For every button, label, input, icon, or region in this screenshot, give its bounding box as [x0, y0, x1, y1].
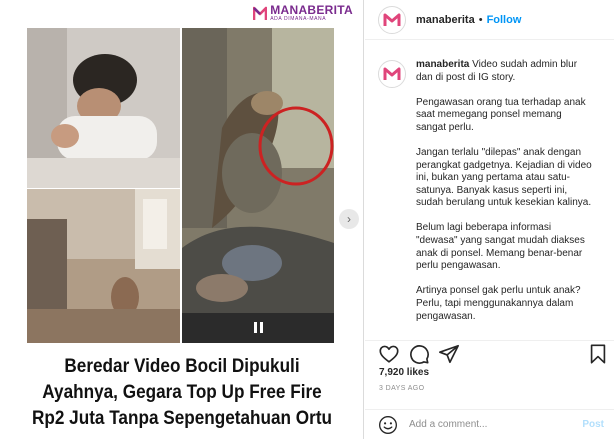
pause-icon[interactable] [254, 322, 263, 333]
headline-line: Ayahnya, Gegara Top Up Free Fire [42, 381, 322, 403]
comment-bar: Post [365, 409, 614, 439]
post-comment-button[interactable]: Post [582, 419, 604, 430]
action-bar [365, 340, 614, 366]
video-control-bar[interactable] [182, 313, 334, 343]
headline-line: Beredar Video Bocil Dipukuli [64, 355, 300, 377]
photo-video-frame [182, 28, 334, 343]
headline-line: Rp2 Juta Tanpa Sepengetahuan Ortu [31, 407, 333, 429]
brand-logo-icon [253, 5, 268, 21]
bookmark-icon[interactable] [587, 343, 609, 365]
brand-watermark: MANABERITA ADA DIMANA-MANA [253, 4, 353, 22]
photo-room [27, 189, 180, 343]
post-timestamp[interactable]: 3 DAYS AGO [379, 385, 425, 392]
header-username[interactable]: manaberita [416, 14, 475, 26]
share-icon[interactable] [438, 343, 460, 365]
brand-tagline: ADA DIMANA-MANA [270, 16, 327, 22]
caption-paragraph: Jangan terlalu "dilepas" anak dengan per… [416, 146, 592, 209]
caption-paragraph: Artinya ponsel gak perlu untuk anak? Per… [416, 285, 581, 322]
comment-icon[interactable] [408, 343, 430, 365]
heart-icon[interactable] [378, 343, 400, 365]
follow-button[interactable]: Follow [487, 14, 522, 26]
chevron-right-icon: › [347, 212, 351, 226]
comment-input[interactable] [409, 419, 569, 430]
caption-area[interactable]: manaberita Video sudah admin blur dan di… [365, 59, 614, 334]
post-media[interactable]: MANABERITA ADA DIMANA-MANA › Beredar Vid… [0, 0, 364, 439]
caption-paragraph: Pengawasan orang tua terhadap anak saat … [416, 96, 586, 133]
caption-text: manaberita Video sudah admin blur dan di… [416, 59, 594, 334]
caption-username[interactable]: manaberita [416, 59, 469, 70]
brand-name: MANABERITA [270, 3, 353, 17]
photo-child-pillow [27, 28, 180, 188]
likes-count[interactable]: 7,920 likes [379, 367, 429, 378]
post-side-panel: manaberita • Follow manaberita Video sud… [365, 0, 614, 439]
emoji-icon[interactable] [378, 415, 398, 435]
avatar[interactable] [378, 60, 406, 88]
avatar[interactable] [378, 5, 406, 34]
header-separator: • [478, 13, 483, 26]
caption-paragraph: Belum lagi beberapa informasi "dewasa" y… [416, 222, 585, 272]
post-header: manaberita • Follow [365, 0, 614, 40]
post-headline: Beredar Video Bocil Dipukuli Ayahnya, Ge… [22, 353, 342, 431]
carousel-next-button[interactable]: › [339, 209, 359, 229]
